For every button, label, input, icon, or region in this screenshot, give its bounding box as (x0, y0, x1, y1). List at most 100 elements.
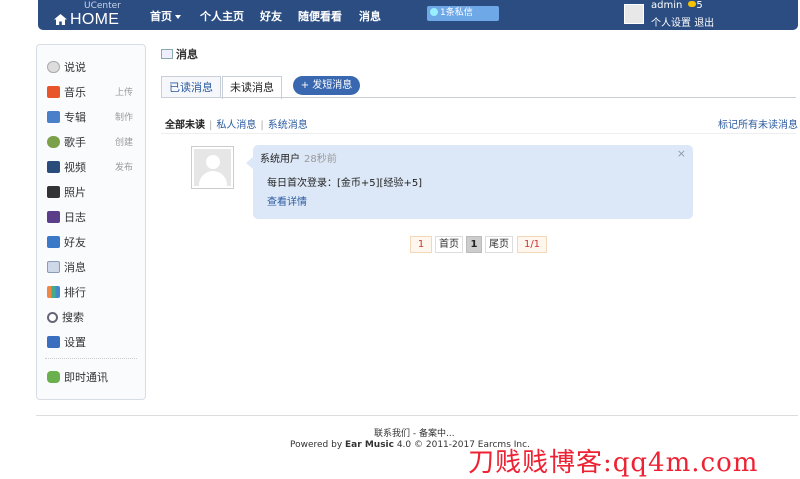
sidebar-item-label: 说说 (64, 61, 86, 74)
create-singer-link[interactable]: 创建 (115, 135, 133, 148)
view-details-link[interactable]: 查看详情 (267, 193, 307, 208)
avatar[interactable] (624, 4, 644, 24)
filter-divider (161, 133, 796, 134)
settings-link[interactable]: 个人设置 (651, 18, 691, 29)
blog-icon (47, 211, 60, 223)
footer-contact[interactable]: 联系我们 - 备案中... (374, 426, 455, 439)
sidebar-divider (45, 358, 137, 359)
sidebar-item-label: 视频 (64, 161, 86, 174)
chart-icon (47, 286, 60, 298)
filter-system[interactable]: 系统消息 (268, 120, 308, 131)
plus-icon: + (300, 80, 313, 91)
im-icon (47, 371, 60, 383)
pagination-first[interactable]: 首页 (435, 236, 463, 253)
message-bubble: 系统用户 28秒前 × 每日首次登录：[金币+5][经验+5] 查看详情 (246, 145, 693, 219)
sidebar-item-label: 歌手 (64, 136, 86, 149)
chat-icon (47, 61, 60, 73)
sidebar-item-label: 好友 (64, 236, 86, 249)
sidebar-item-label: 即时通讯 (64, 371, 108, 384)
sidebar-item-settings[interactable]: 设置 (47, 334, 145, 352)
search-icon (47, 312, 58, 323)
message-icon (161, 49, 173, 59)
close-icon[interactable]: × (677, 147, 686, 160)
pagination-total: 1 (410, 236, 432, 253)
message-header: 系统用户 28秒前 (260, 150, 337, 165)
album-icon (47, 111, 60, 123)
sidebar-item-ranking[interactable]: 排行 (47, 284, 145, 302)
sidebar-item-label: 专辑 (64, 111, 86, 124)
message-icon (47, 261, 60, 273)
pagination-current[interactable]: 1 (466, 236, 482, 253)
sidebar-item-label: 设置 (64, 336, 86, 349)
camera-icon (47, 186, 60, 198)
house-icon (54, 14, 67, 25)
message-text: 每日首次登录：[金币+5][经验+5] (267, 178, 423, 189)
singer-icon (47, 136, 60, 148)
pm-icon (430, 8, 438, 16)
filter-bar: 全部未读 | 私人消息 | 系统消息 (165, 116, 308, 131)
sidebar-item-video[interactable]: 视频 发布 (47, 159, 145, 177)
logo-ucenter-text: UCenter (84, 1, 121, 11)
username-label: admin (651, 0, 683, 11)
top-navbar: UCenter HOME 首页 个人主页 好友 随便看看 消息 1条私信 adm… (38, 0, 798, 30)
page-title: 消息 (161, 46, 198, 62)
video-icon (47, 161, 60, 173)
filter-private[interactable]: 私人消息 (216, 120, 256, 131)
sender-avatar[interactable] (191, 146, 234, 189)
tab-unread[interactable]: 未读消息 (222, 76, 282, 99)
private-message-badge[interactable]: 1条私信 (427, 6, 499, 21)
sidebar-item-friends[interactable]: 好友 (47, 234, 145, 252)
sidebar-item-im[interactable]: 即时通讯 (47, 369, 145, 387)
message-time: 28秒前 (304, 154, 337, 165)
nav-home[interactable]: 首页 (150, 8, 181, 24)
filter-separator: | (260, 120, 264, 131)
home-logo[interactable]: UCenter HOME (52, 0, 132, 30)
send-message-button[interactable]: + 发短消息 (293, 76, 360, 95)
nav-explore[interactable]: 随便看看 (298, 8, 342, 24)
sidebar-item-photos[interactable]: 照片 (47, 184, 145, 202)
pm-badge-label: 1条私信 (440, 8, 473, 18)
upload-link[interactable]: 上传 (115, 85, 133, 98)
sidebar-item-singer[interactable]: 歌手 创建 (47, 134, 145, 152)
sidebar-item-label: 日志 (64, 211, 86, 224)
sidebar-item-label: 排行 (64, 286, 86, 299)
footer-divider (36, 415, 798, 416)
sidebar-item-messages[interactable]: 消息 (47, 259, 145, 277)
nav-profile[interactable]: 个人主页 (200, 8, 244, 24)
page-title-label: 消息 (176, 48, 198, 61)
default-avatar-icon (194, 149, 231, 186)
coin-count: 5 (696, 0, 703, 11)
sidebar-item-shuoshuo[interactable]: 说说 (47, 59, 145, 77)
user-name[interactable]: admin 5 (651, 0, 703, 11)
sidebar-item-label: 音乐 (64, 86, 86, 99)
powered-prefix: Powered by (290, 440, 346, 450)
sidebar-item-label: 搜索 (62, 311, 84, 324)
product-link[interactable]: Ear Music (345, 440, 394, 450)
music-icon (47, 86, 60, 98)
sidebar-item-blog[interactable]: 日志 (47, 209, 145, 227)
sidebar-item-music[interactable]: 音乐 上传 (47, 84, 145, 102)
logout-link[interactable]: 退出 (694, 18, 714, 29)
pagination-pages: 1/1 (517, 236, 547, 253)
user-links: 个人设置 退出 (651, 14, 714, 29)
caret-down-icon (175, 15, 181, 19)
sidebar-item-label: 消息 (64, 261, 86, 274)
message-sender[interactable]: 系统用户 (260, 154, 300, 165)
sidebar-item-search[interactable]: 搜索 (47, 309, 145, 327)
nav-messages[interactable]: 消息 (359, 8, 381, 24)
logo-home-text: HOME (70, 11, 120, 28)
publish-video-link[interactable]: 发布 (115, 160, 133, 173)
nav-home-label: 首页 (150, 10, 172, 23)
settings-icon (47, 336, 60, 348)
nav-friends[interactable]: 好友 (260, 8, 282, 24)
sidebar-item-album[interactable]: 专辑 制作 (47, 109, 145, 127)
send-message-label: 发短消息 (312, 80, 353, 91)
mark-all-read-link[interactable]: 标记所有未读消息 (718, 116, 798, 131)
tab-divider (161, 97, 796, 98)
create-album-link[interactable]: 制作 (115, 110, 133, 123)
tab-read[interactable]: 已读消息 (161, 76, 221, 98)
filter-separator: | (209, 120, 213, 131)
watermark: 刀贱贱博客:qq4m.com (468, 448, 759, 478)
filter-all-unread[interactable]: 全部未读 (165, 120, 205, 131)
pagination-last[interactable]: 尾页 (485, 236, 513, 253)
